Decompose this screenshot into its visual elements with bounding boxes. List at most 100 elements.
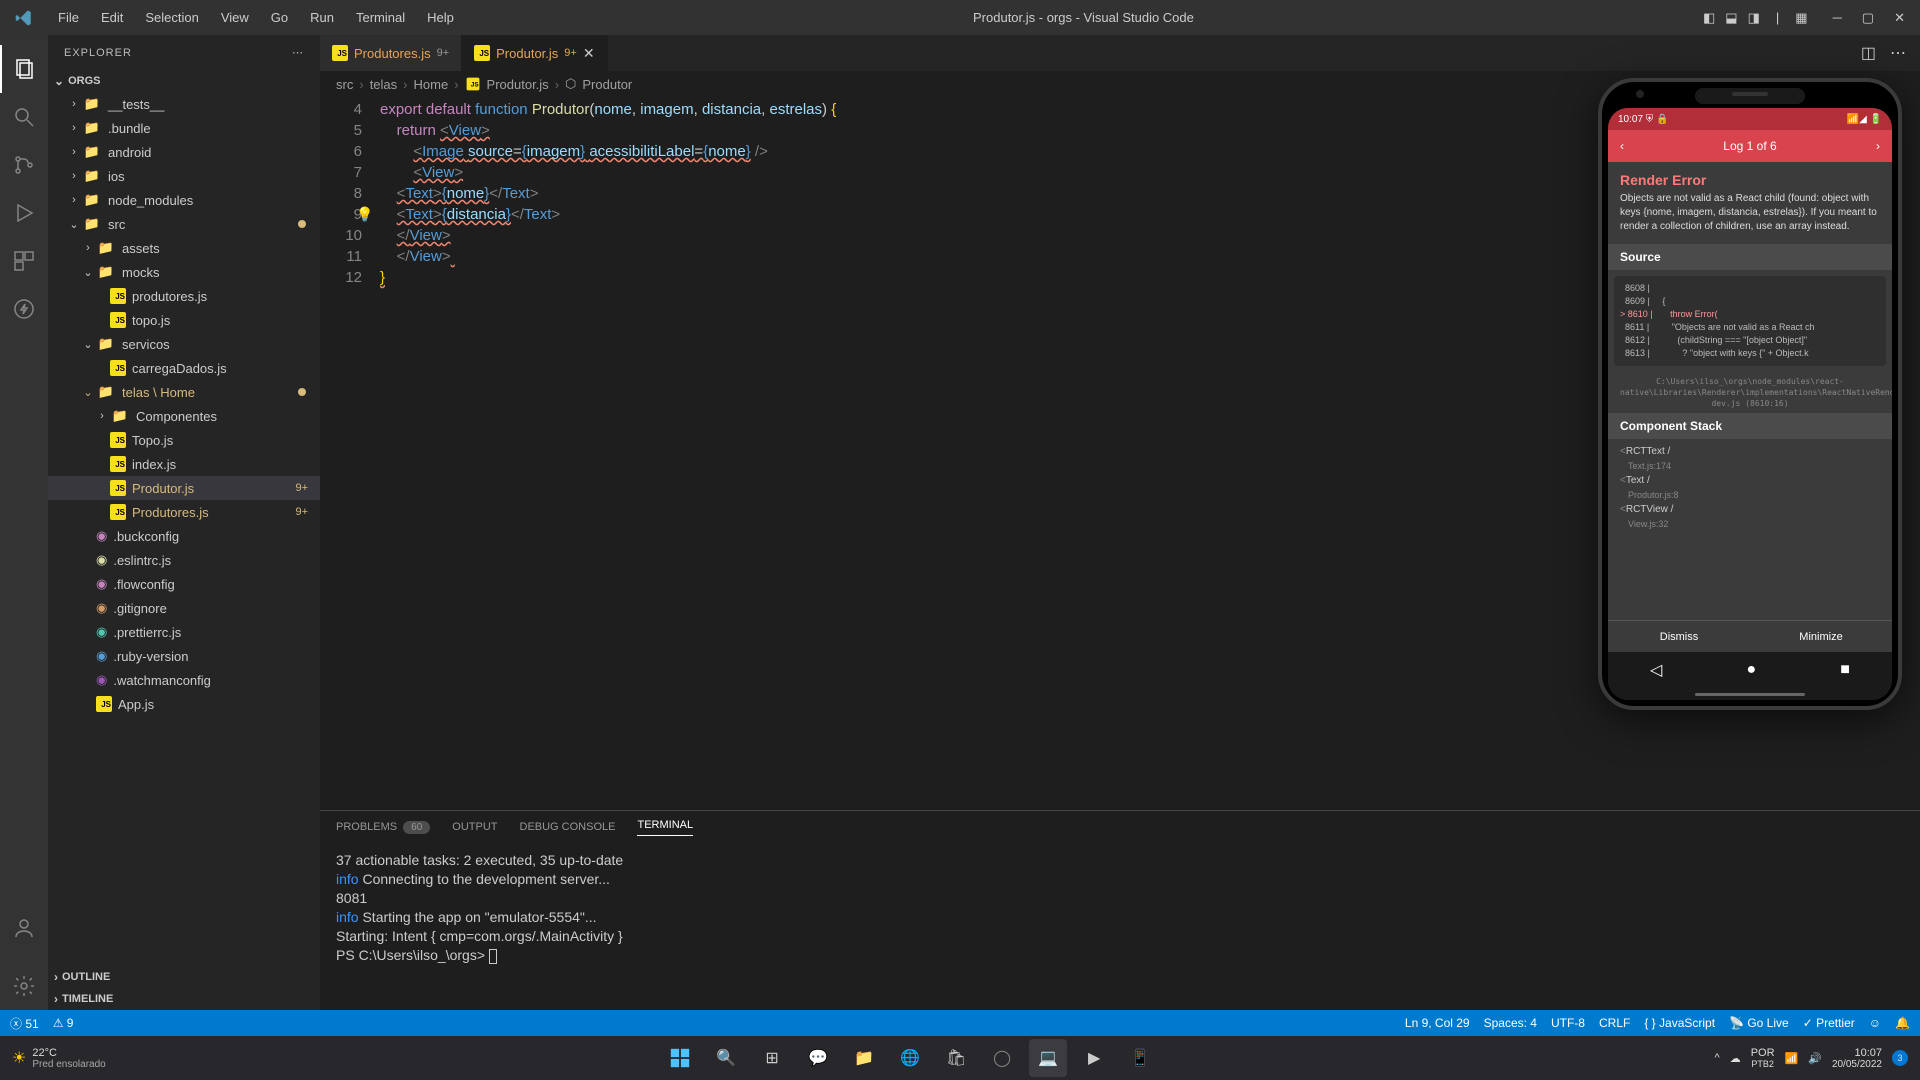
- search-icon[interactable]: 🔍: [707, 1039, 745, 1077]
- tree-item[interactable]: ⌄📁servicos: [48, 332, 320, 356]
- menu-run[interactable]: Run: [300, 4, 344, 31]
- tree-item[interactable]: ◉.eslintrc.js: [48, 548, 320, 572]
- tree-item[interactable]: ›📁__tests__: [48, 92, 320, 116]
- menu-selection[interactable]: Selection: [135, 4, 208, 31]
- tray-lang[interactable]: PORPTB2: [1751, 1047, 1775, 1069]
- tree-item[interactable]: ◉.flowconfig: [48, 572, 320, 596]
- store-icon[interactable]: 🛍: [937, 1039, 975, 1077]
- tree-item[interactable]: ⌄📁src: [48, 212, 320, 236]
- tree-item[interactable]: JScarregaDados.js: [48, 356, 320, 380]
- start-icon[interactable]: [661, 1039, 699, 1077]
- panel-output[interactable]: OUTPUT: [452, 821, 497, 833]
- status-warnings[interactable]: ⚠ 9: [53, 1016, 74, 1030]
- layout-grid-icon[interactable]: ▦: [1795, 10, 1807, 26]
- more-icon[interactable]: ⋯: [1890, 43, 1906, 63]
- panel-debug[interactable]: DEBUG CONSOLE: [520, 821, 616, 833]
- tree-item[interactable]: ◉.buckconfig: [48, 524, 320, 548]
- tree-item[interactable]: ›📁node_modules: [48, 188, 320, 212]
- menu-go[interactable]: Go: [261, 4, 298, 31]
- tray-clock[interactable]: 10:0720/05/2022: [1832, 1047, 1882, 1070]
- minimize-button[interactable]: Minimize: [1750, 621, 1892, 652]
- android-recent-icon[interactable]: ■: [1840, 661, 1850, 679]
- split-icon[interactable]: ◫: [1861, 43, 1876, 63]
- tree-item[interactable]: JSProdutores.js9+: [48, 500, 320, 524]
- tray-wifi-icon[interactable]: 📶: [1785, 1052, 1799, 1065]
- status-eol[interactable]: CRLF: [1599, 1016, 1630, 1030]
- status-feedback-icon[interactable]: ☺: [1869, 1016, 1881, 1030]
- section-timeline[interactable]: ›TIMELINE: [48, 988, 320, 1010]
- menu-edit[interactable]: Edit: [91, 4, 133, 31]
- tree-item[interactable]: ⌄📁telas \ Home: [48, 380, 320, 404]
- explorer-icon[interactable]: [0, 45, 48, 93]
- panel-problems[interactable]: PROBLEMS60: [336, 821, 430, 834]
- tree-item[interactable]: JStopo.js: [48, 308, 320, 332]
- android-home-icon[interactable]: ●: [1746, 661, 1756, 679]
- tab-close-icon[interactable]: ✕: [583, 45, 595, 62]
- tray-chevron-icon[interactable]: ^: [1715, 1052, 1720, 1064]
- search-icon[interactable]: [0, 93, 48, 141]
- status-errors[interactable]: ⓧ 51: [10, 1015, 39, 1032]
- tree-item[interactable]: ◉.ruby-version: [48, 644, 320, 668]
- tree-item[interactable]: ◉.watchmanconfig: [48, 668, 320, 692]
- source-control-icon[interactable]: [0, 141, 48, 189]
- phone-next-icon[interactable]: ›: [1876, 139, 1880, 153]
- tray-volume-icon[interactable]: 🔊: [1808, 1052, 1822, 1065]
- phone-prev-icon[interactable]: ‹: [1620, 139, 1624, 153]
- android-back-icon[interactable]: ◁: [1650, 660, 1662, 680]
- close-icon[interactable]: ✕: [1894, 10, 1905, 26]
- menu-terminal[interactable]: Terminal: [346, 4, 415, 31]
- section-orgs[interactable]: ⌄ORGS: [48, 70, 320, 92]
- minimize-icon[interactable]: ─: [1833, 10, 1842, 26]
- menu-file[interactable]: File: [48, 4, 89, 31]
- tree-item[interactable]: ›📁Componentes: [48, 404, 320, 428]
- taskbar-weather[interactable]: ☀ 22°CPred ensolarado: [0, 1047, 106, 1070]
- maximize-icon[interactable]: ▢: [1862, 10, 1874, 26]
- tree-item[interactable]: JSprodutores.js: [48, 284, 320, 308]
- taskview-icon[interactable]: ⊞: [753, 1039, 791, 1077]
- edge-icon[interactable]: 🌐: [891, 1039, 929, 1077]
- status-spaces[interactable]: Spaces: 4: [1484, 1016, 1537, 1030]
- more-icon[interactable]: ⋯: [292, 46, 304, 59]
- account-icon[interactable]: [0, 904, 48, 952]
- tree-item[interactable]: ⌄📁mocks: [48, 260, 320, 284]
- tree-item[interactable]: JSTopo.js: [48, 428, 320, 452]
- status-lang[interactable]: { } JavaScript: [1644, 1016, 1715, 1030]
- status-position[interactable]: Ln 9, Col 29: [1405, 1016, 1470, 1030]
- status-bell-icon[interactable]: 🔔: [1895, 1016, 1910, 1030]
- status-prettier[interactable]: ✓ Prettier: [1803, 1016, 1855, 1030]
- explorer-icon[interactable]: 📁: [845, 1039, 883, 1077]
- tab-produtor[interactable]: JSProdutor.js9+✕: [462, 35, 607, 71]
- extensions-icon[interactable]: [0, 237, 48, 285]
- section-outline[interactable]: ›OUTLINE: [48, 966, 320, 988]
- menu-view[interactable]: View: [211, 4, 259, 31]
- vscode-icon[interactable]: 💻: [1029, 1039, 1067, 1077]
- panel-bottom-icon[interactable]: ⬓: [1725, 10, 1737, 26]
- tree-item[interactable]: ›📁ios: [48, 164, 320, 188]
- tab-produtores[interactable]: JSProdutores.js9+: [320, 35, 462, 71]
- teams-icon[interactable]: 💬: [799, 1039, 837, 1077]
- menu-help[interactable]: Help: [417, 4, 464, 31]
- tree-item[interactable]: ›📁android: [48, 140, 320, 164]
- thunder-icon[interactable]: [0, 285, 48, 333]
- dell-icon[interactable]: ◯: [983, 1039, 1021, 1077]
- tree-item[interactable]: JSindex.js: [48, 452, 320, 476]
- terminal-content[interactable]: 37 actionable tasks: 2 executed, 35 up-t…: [320, 843, 1920, 1010]
- tree-item[interactable]: JSApp.js: [48, 692, 320, 716]
- tray-onedrive-icon[interactable]: ☁: [1730, 1052, 1741, 1065]
- settings-icon[interactable]: [0, 962, 48, 1010]
- panel-right-icon[interactable]: ◨: [1748, 10, 1760, 26]
- panel-left-icon[interactable]: ◧: [1703, 10, 1715, 26]
- tree-item[interactable]: ◉.gitignore: [48, 596, 320, 620]
- status-golive[interactable]: 📡 Go Live: [1729, 1016, 1789, 1030]
- tree-item[interactable]: ◉.prettierrc.js: [48, 620, 320, 644]
- emulator-icon[interactable]: 📱: [1121, 1039, 1159, 1077]
- tree-item[interactable]: JSProdutor.js9+: [48, 476, 320, 500]
- run-debug-icon[interactable]: [0, 189, 48, 237]
- panel-terminal[interactable]: TERMINAL: [637, 819, 693, 836]
- status-encoding[interactable]: UTF-8: [1551, 1016, 1585, 1030]
- dismiss-button[interactable]: Dismiss: [1608, 621, 1750, 652]
- powershell-icon[interactable]: ▶: [1075, 1039, 1113, 1077]
- tree-item[interactable]: ›📁assets: [48, 236, 320, 260]
- tree-item[interactable]: ›📁.bundle: [48, 116, 320, 140]
- tray-notifications-icon[interactable]: 3: [1892, 1050, 1908, 1066]
